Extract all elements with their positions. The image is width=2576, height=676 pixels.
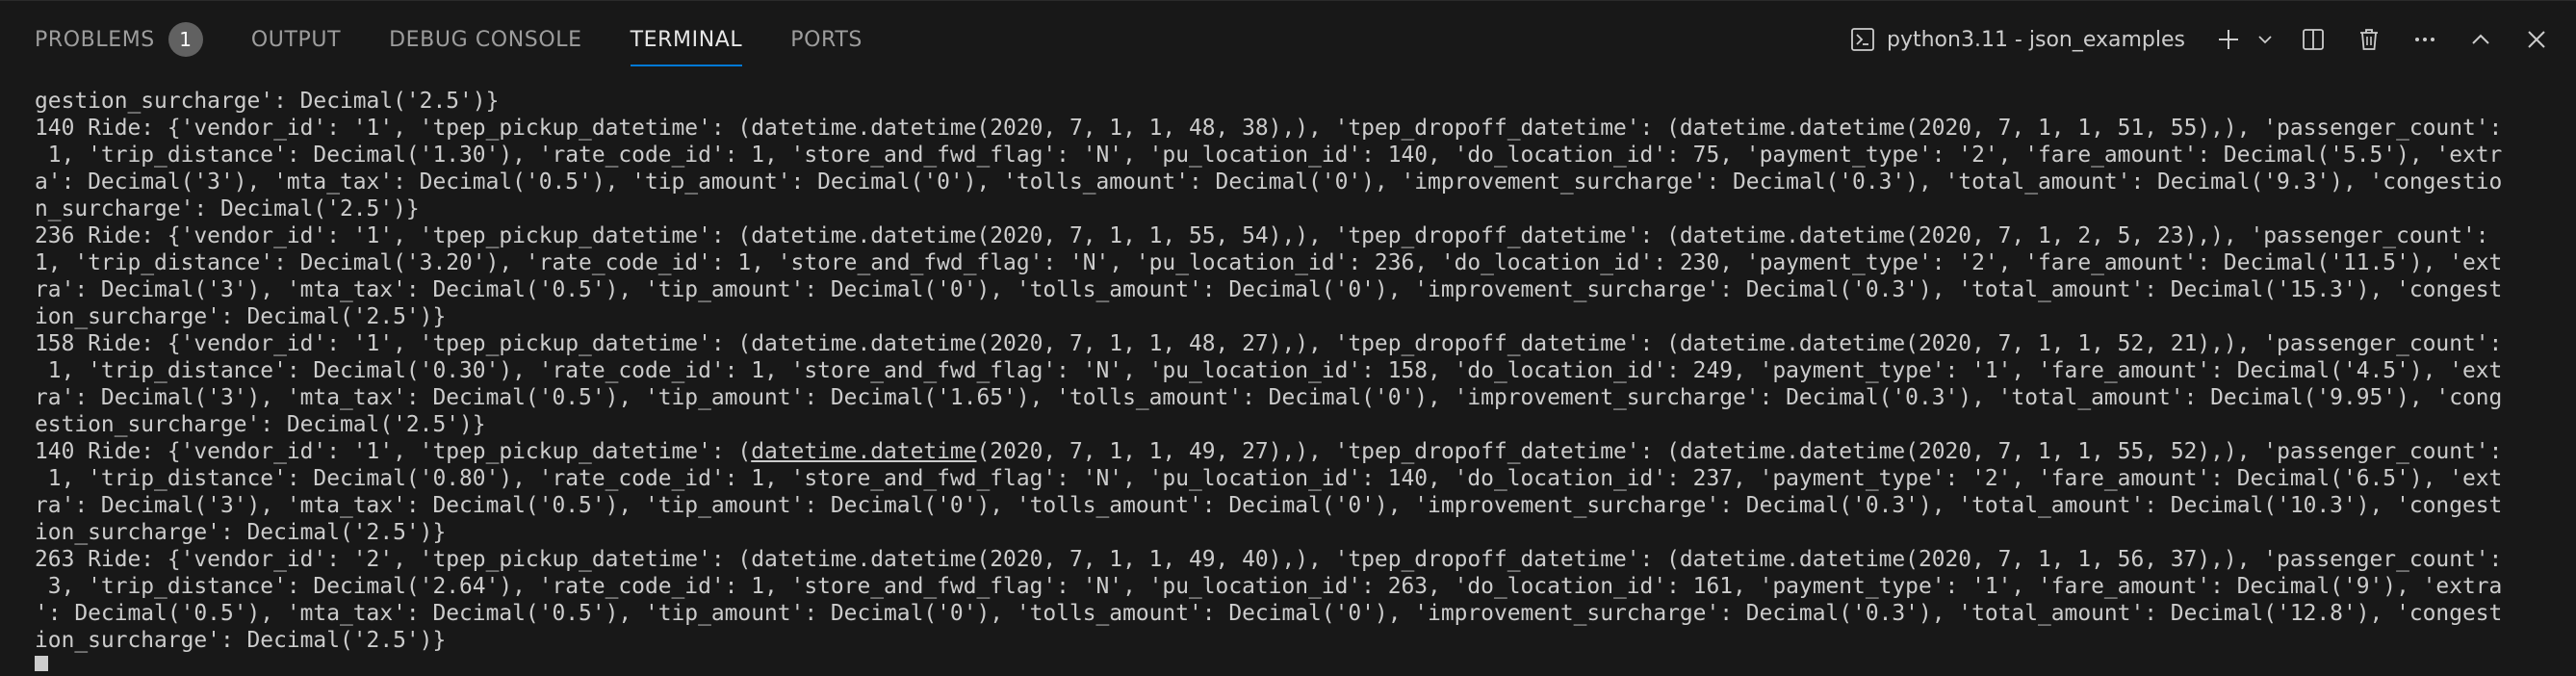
terminal-line: ra': Decimal('3'), 'mta_tax': Decimal('0… (35, 277, 2503, 302)
new-terminal-button[interactable] (2206, 17, 2251, 62)
split-terminal-button[interactable] (2291, 17, 2335, 62)
terminal-actions: python3.11 - json_examples (1850, 1, 2576, 78)
terminal-line: 140 Ride: {'vendor_id': '1', 'tpep_picku… (35, 116, 2503, 141)
tab-debug-console[interactable]: DEBUG CONSOLE (389, 1, 581, 78)
terminal-line: gestion_surcharge': Decimal('2.5')} (35, 89, 500, 114)
split-terminal-icon (2303, 29, 2324, 50)
chevron-down-icon (2258, 36, 2272, 44)
kill-terminal-button[interactable] (2347, 17, 2391, 62)
maximize-panel-button[interactable] (2459, 17, 2503, 62)
terminal-line: ra': Decimal('3'), 'mta_tax': Decimal('0… (35, 493, 2503, 518)
terminal-line: ion_surcharge': Decimal('2.5')} (35, 628, 447, 653)
terminal-line: ion_surcharge': Decimal('2.5')} (35, 520, 447, 545)
terminal-line: 1, 'trip_distance': Decimal('1.30'), 'ra… (35, 143, 2503, 168)
terminal-line: 1, 'trip_distance': Decimal('0.30'), 'ra… (35, 358, 2503, 383)
terminal-line: ': Decimal('0.5'), 'mta_tax': Decimal('0… (35, 601, 2503, 626)
plus-icon (2219, 30, 2238, 49)
terminal-line: 158 Ride: {'vendor_id': '1', 'tpep_picku… (35, 331, 2503, 356)
terminal-line: 263 Ride: {'vendor_id': '2', 'tpep_picku… (35, 547, 2503, 572)
tab-terminal-label: TERMINAL (630, 27, 743, 52)
terminal-line: n_surcharge': Decimal('2.5')} (35, 196, 420, 221)
panel-tab-bar: PROBLEMS 1 OUTPUT DEBUG CONSOLE TERMINAL… (0, 1, 2576, 78)
problems-count-badge: 1 (167, 22, 203, 57)
tab-ports-label: PORTS (790, 27, 863, 52)
terminal-icon (1851, 28, 1874, 51)
tab-terminal[interactable]: TERMINAL (630, 1, 743, 78)
terminal-line: 140 Ride: {'vendor_id': '1', 'tpep_picku… (35, 438, 2547, 465)
close-icon (2528, 31, 2545, 48)
terminal-line: a': Decimal('3'), 'mta_tax': Decimal('0.… (35, 169, 2503, 195)
terminal-line: 1, 'trip_distance': Decimal('0.80'), 'ra… (35, 466, 2503, 491)
tab-ports[interactable]: PORTS (790, 1, 863, 78)
panel-tabs: PROBLEMS 1 OUTPUT DEBUG CONSOLE TERMINAL… (35, 1, 911, 78)
terminal-link[interactable]: datetime.datetime (751, 439, 976, 464)
more-actions-icon (2415, 38, 2434, 41)
chevron-up-icon (2472, 34, 2489, 44)
tab-problems-label: PROBLEMS (35, 27, 155, 52)
terminal-cursor (35, 656, 48, 671)
terminal-line: estion_surcharge': Decimal('2.5')} (35, 412, 486, 437)
terminal-line: 3, 'trip_distance': Decimal('2.64'), 'ra… (35, 574, 2503, 599)
terminal-line: 236 Ride: {'vendor_id': '1', 'tpep_picku… (35, 223, 2489, 248)
terminal-line: ion_surcharge': Decimal('2.5')} (35, 304, 447, 329)
tab-problems[interactable]: PROBLEMS 1 (35, 1, 203, 78)
tab-output-label: OUTPUT (250, 27, 342, 52)
terminal-name: python3.11 - json_examples (1887, 27, 2185, 52)
tab-output[interactable]: OUTPUT (251, 1, 341, 78)
terminal-line: 1, 'trip_distance': Decimal('3.20'), 'ra… (35, 250, 2503, 275)
terminal-profile-dropdown[interactable] (2251, 17, 2280, 62)
more-actions-button[interactable] (2403, 17, 2447, 62)
tab-debug-console-label: DEBUG CONSOLE (389, 27, 582, 52)
terminal-selector[interactable]: python3.11 - json_examples (1850, 27, 2185, 52)
terminal-line: ra': Decimal('3'), 'mta_tax': Decimal('0… (35, 385, 2503, 410)
trash-icon (2360, 29, 2378, 50)
terminal-line-text: 140 Ride: {'vendor_id': '1', 'tpep_picku… (35, 439, 752, 464)
close-panel-button[interactable] (2514, 17, 2559, 62)
panel: PROBLEMS 1 OUTPUT DEBUG CONSOLE TERMINAL… (0, 0, 2576, 676)
terminal-output[interactable]: gestion_surcharge': Decimal('2.5')} 140 … (35, 88, 2547, 671)
terminal-line-text: (2020, 7, 1, 1, 49, 27),), 'tpep_dropoff… (976, 439, 2503, 464)
